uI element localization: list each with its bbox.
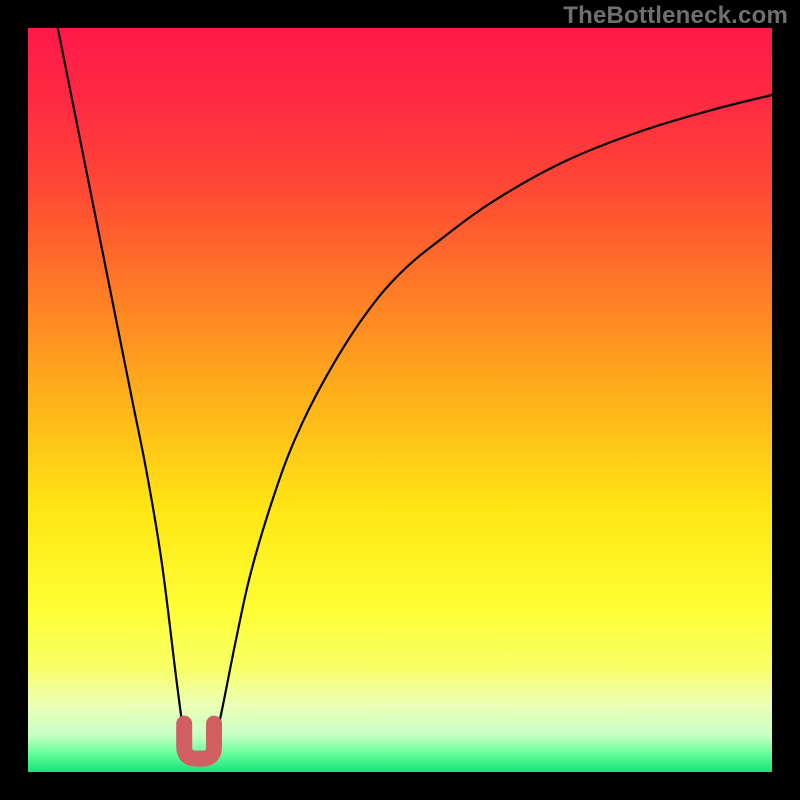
watermark-text: TheBottleneck.com xyxy=(563,2,788,30)
optimal-range-marker xyxy=(184,724,214,759)
plot-area xyxy=(28,28,772,772)
curve-layer xyxy=(28,28,772,772)
chart-stage: TheBottleneck.com xyxy=(0,0,800,800)
bottleneck-curve xyxy=(58,28,772,759)
